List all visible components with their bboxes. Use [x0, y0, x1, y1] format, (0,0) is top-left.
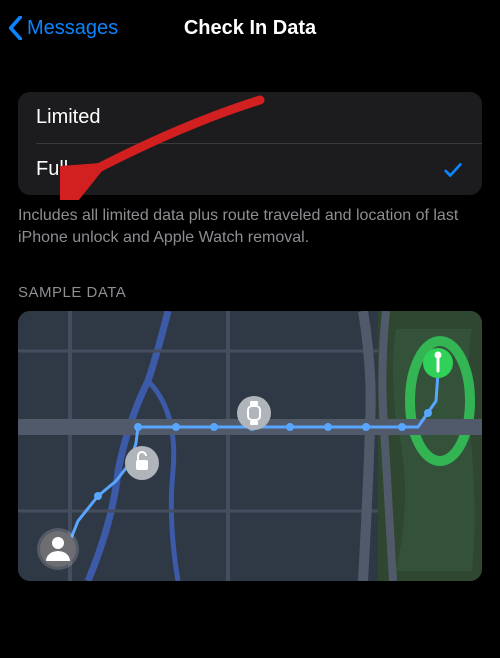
avatar-marker-icon — [37, 528, 79, 570]
sample-map — [18, 311, 482, 581]
option-limited-label: Limited — [36, 106, 100, 129]
section-header-sample-data: SAMPLE DATA — [0, 248, 500, 311]
option-full-label: Full — [36, 158, 68, 181]
back-button[interactable]: Messages — [8, 16, 118, 40]
option-full[interactable]: Full — [18, 144, 482, 195]
back-label: Messages — [27, 17, 118, 40]
data-options-list: Limited Full — [18, 92, 482, 195]
watch-marker-icon — [237, 396, 271, 430]
map-illustration-icon — [18, 311, 482, 581]
option-limited[interactable]: Limited — [18, 92, 482, 143]
navigation-bar: Messages Check In Data — [0, 0, 500, 56]
destination-pin-icon — [423, 348, 453, 378]
chevron-left-icon — [8, 16, 23, 40]
page-title: Check In Data — [184, 17, 316, 40]
option-description: Includes all limited data plus route tra… — [0, 195, 500, 248]
unlock-marker-icon — [125, 446, 159, 480]
checkmark-icon — [442, 159, 464, 181]
